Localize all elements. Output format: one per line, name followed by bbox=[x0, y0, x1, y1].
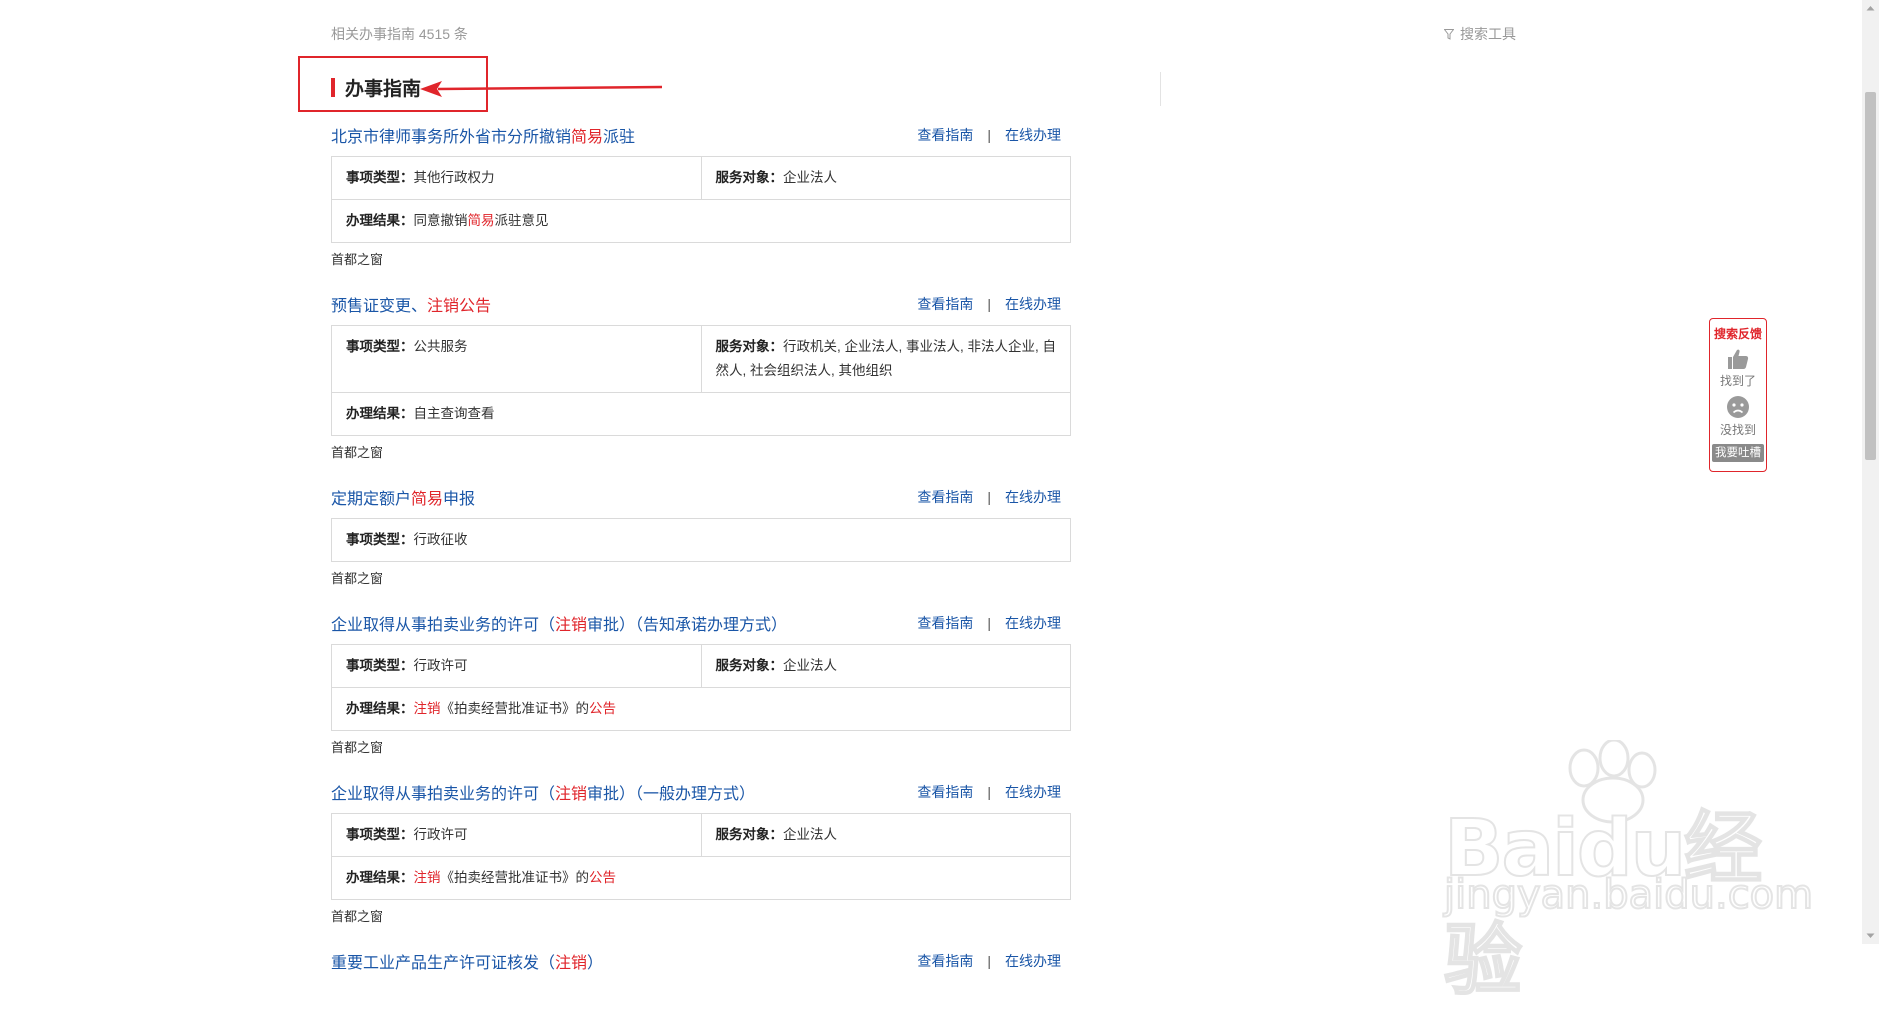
complain-button[interactable]: 我要吐槽 bbox=[1712, 444, 1764, 462]
search-tools-label: 搜索工具 bbox=[1460, 26, 1516, 42]
service-target-cell: 服务对象：企业法人 bbox=[700, 645, 1071, 687]
search-results-page: 相关办事指南 4515 条 搜索工具 办事指南 北京市律师事务所外省市分所撤销简… bbox=[0, 0, 1879, 1007]
view-guide-link[interactable]: 查看指南 bbox=[917, 294, 973, 314]
filter-icon bbox=[1444, 28, 1454, 40]
result-source: 首都之窗 bbox=[331, 909, 384, 924]
result-source: 首都之窗 bbox=[331, 571, 384, 586]
view-guide-link[interactable]: 查看指南 bbox=[917, 487, 973, 507]
not-found-button[interactable]: 没找到 bbox=[1710, 421, 1766, 438]
item-type-cell: 事项类型：其他行政权力 bbox=[346, 170, 495, 185]
result-title-link[interactable]: 定期定额户简易申报 bbox=[331, 485, 475, 509]
found-button[interactable]: 找到了 bbox=[1710, 372, 1766, 389]
result-title-link[interactable]: 北京市律师事务所外省市分所撤销简易派驻 bbox=[331, 123, 635, 147]
result-cell: 办理结果：注销《拍卖经营批准证书》的公告 bbox=[346, 870, 616, 885]
result-actions: 查看指南 | 在线办理 bbox=[917, 487, 1071, 507]
online-handle-link[interactable]: 在线办理 bbox=[1005, 487, 1061, 507]
info-row: 事项类型：行政征收 bbox=[332, 519, 1070, 561]
result-actions: 查看指南 | 在线办理 bbox=[917, 125, 1071, 145]
view-guide-link[interactable]: 查看指南 bbox=[917, 125, 973, 145]
view-guide-link[interactable]: 查看指南 bbox=[917, 613, 973, 633]
result-actions: 查看指南 | 在线办理 bbox=[917, 782, 1071, 802]
scroll-down-arrow-icon[interactable] bbox=[1862, 927, 1879, 944]
result-title-link[interactable]: 企业取得从事拍卖业务的许可（注销审批）（告知承诺办理方式） bbox=[331, 611, 787, 635]
result-info-table: 事项类型：其他行政权力 服务对象：企业法人 办理结果：同意撤销简易派驻意见 bbox=[331, 156, 1071, 243]
separator: | bbox=[987, 615, 991, 631]
result-cell: 办理结果：自主查询查看 bbox=[346, 406, 495, 421]
result-item: 企业取得从事拍卖业务的许可（注销审批）（告知承诺办理方式） 查看指南 | 在线办… bbox=[331, 609, 1071, 756]
online-handle-link[interactable]: 在线办理 bbox=[1005, 294, 1061, 314]
online-handle-link[interactable]: 在线办理 bbox=[1005, 951, 1061, 971]
info-row: 事项类型：行政许可 服务对象：企业法人 bbox=[332, 645, 1070, 687]
info-row: 事项类型：其他行政权力 服务对象：企业法人 bbox=[332, 157, 1070, 199]
info-row: 事项类型：行政许可 服务对象：企业法人 bbox=[332, 814, 1070, 856]
annotation-arrow bbox=[420, 81, 663, 97]
result-item: 企业取得从事拍卖业务的许可（注销审批）（一般办理方式） 查看指南 | 在线办理 … bbox=[331, 778, 1071, 925]
result-header: 定期定额户简易申报 查看指南 | 在线办理 bbox=[331, 483, 1071, 511]
info-row: 办理结果：注销《拍卖经营批准证书》的公告 bbox=[332, 856, 1070, 899]
scrollbar-thumb[interactable] bbox=[1865, 92, 1876, 460]
result-info-table: 事项类型：行政许可 服务对象：企业法人 办理结果：注销《拍卖经营批准证书》的公告 bbox=[331, 644, 1071, 731]
online-handle-link[interactable]: 在线办理 bbox=[1005, 613, 1061, 633]
separator: | bbox=[987, 127, 991, 143]
separator: | bbox=[987, 784, 991, 800]
result-info-table: 事项类型：行政许可 服务对象：企业法人 办理结果：注销《拍卖经营批准证书》的公告 bbox=[331, 813, 1071, 900]
info-row: 办理结果：同意撤销简易派驻意见 bbox=[332, 199, 1070, 242]
view-guide-link[interactable]: 查看指南 bbox=[917, 951, 973, 971]
result-item: 定期定额户简易申报 查看指南 | 在线办理 事项类型：行政征收 首都之窗 bbox=[331, 483, 1071, 587]
separator: | bbox=[987, 953, 991, 969]
search-feedback-widget: 搜索反馈 找到了 没找到 我要吐槽 bbox=[1709, 318, 1767, 472]
result-header: 重要工业产品生产许可证核发（注销） 查看指南 | 在线办理 bbox=[331, 947, 1071, 975]
view-guide-link[interactable]: 查看指南 bbox=[917, 782, 973, 802]
scroll-up-arrow-icon[interactable] bbox=[1862, 0, 1879, 17]
online-handle-link[interactable]: 在线办理 bbox=[1005, 782, 1061, 802]
result-info-table: 事项类型：公共服务 服务对象：行政机关, 企业法人, 事业法人, 非法人企业, … bbox=[331, 325, 1071, 436]
item-type-cell: 事项类型：行政征收 bbox=[346, 532, 468, 547]
result-count: 相关办事指南 4515 条 bbox=[331, 26, 468, 42]
result-title-link[interactable]: 重要工业产品生产许可证核发（注销） bbox=[331, 949, 603, 973]
info-row: 办理结果：自主查询查看 bbox=[332, 392, 1070, 435]
result-header: 预售证变更、注销公告 查看指南 | 在线办理 bbox=[331, 290, 1071, 318]
result-item: 北京市律师事务所外省市分所撤销简易派驻 查看指南 | 在线办理 事项类型：其他行… bbox=[331, 121, 1071, 268]
result-header: 企业取得从事拍卖业务的许可（注销审批）（一般办理方式） 查看指南 | 在线办理 bbox=[331, 778, 1071, 806]
service-target-cell: 服务对象：行政机关, 企业法人, 事业法人, 非法人企业, 自然人, 社会组织法… bbox=[700, 326, 1071, 392]
separator: | bbox=[987, 489, 991, 505]
result-title-link[interactable]: 预售证变更、注销公告 bbox=[331, 292, 491, 316]
feedback-title: 搜索反馈 bbox=[1713, 327, 1762, 341]
result-actions: 查看指南 | 在线办理 bbox=[917, 613, 1071, 633]
item-type-cell: 事项类型：行政许可 bbox=[346, 827, 468, 842]
result-actions: 查看指南 | 在线办理 bbox=[917, 294, 1071, 314]
item-type-cell: 事项类型：公共服务 bbox=[346, 339, 468, 354]
result-cell: 办理结果：同意撤销简易派驻意见 bbox=[346, 213, 549, 228]
result-info-table: 事项类型：行政征收 bbox=[331, 518, 1071, 562]
result-item: 重要工业产品生产许可证核发（注销） 查看指南 | 在线办理 bbox=[331, 947, 1071, 975]
result-header: 北京市律师事务所外省市分所撤销简易派驻 查看指南 | 在线办理 bbox=[331, 121, 1071, 149]
result-item: 预售证变更、注销公告 查看指南 | 在线办理 事项类型：公共服务 服务对象：行政… bbox=[331, 290, 1071, 461]
vertical-scrollbar[interactable] bbox=[1862, 0, 1879, 944]
baidu-jingyan-watermark: Baidu经验 jingyan.baidu.com bbox=[1436, 740, 1814, 1007]
result-source: 首都之窗 bbox=[331, 740, 384, 755]
service-target-cell: 服务对象：企业法人 bbox=[700, 157, 1071, 199]
result-header: 企业取得从事拍卖业务的许可（注销审批）（告知承诺办理方式） 查看指南 | 在线办… bbox=[331, 609, 1071, 637]
watermark-site: jingyan.baidu.com bbox=[1443, 871, 1814, 919]
result-cell: 办理结果：注销《拍卖经营批准证书》的公告 bbox=[346, 701, 616, 716]
divider bbox=[1160, 72, 1161, 106]
info-row: 事项类型：公共服务 服务对象：行政机关, 企业法人, 事业法人, 非法人企业, … bbox=[332, 326, 1070, 392]
separator: | bbox=[987, 296, 991, 312]
thumbs-up-icon[interactable] bbox=[1726, 348, 1750, 370]
online-handle-link[interactable]: 在线办理 bbox=[1005, 125, 1061, 145]
result-actions: 查看指南 | 在线办理 bbox=[917, 951, 1071, 971]
results-list: 北京市律师事务所外省市分所撤销简易派驻 查看指南 | 在线办理 事项类型：其他行… bbox=[331, 121, 1071, 997]
info-row: 办理结果：注销《拍卖经营批准证书》的公告 bbox=[332, 687, 1070, 730]
result-source: 首都之窗 bbox=[331, 252, 384, 267]
item-type-cell: 事项类型：行政许可 bbox=[346, 658, 468, 673]
search-tools-button[interactable]: 搜索工具 bbox=[1444, 24, 1516, 44]
result-title-link[interactable]: 企业取得从事拍卖业务的许可（注销审批）（一般办理方式） bbox=[331, 780, 755, 804]
sad-face-icon[interactable] bbox=[1726, 395, 1750, 419]
service-target-cell: 服务对象：企业法人 bbox=[700, 814, 1071, 856]
result-source: 首都之窗 bbox=[331, 445, 384, 460]
